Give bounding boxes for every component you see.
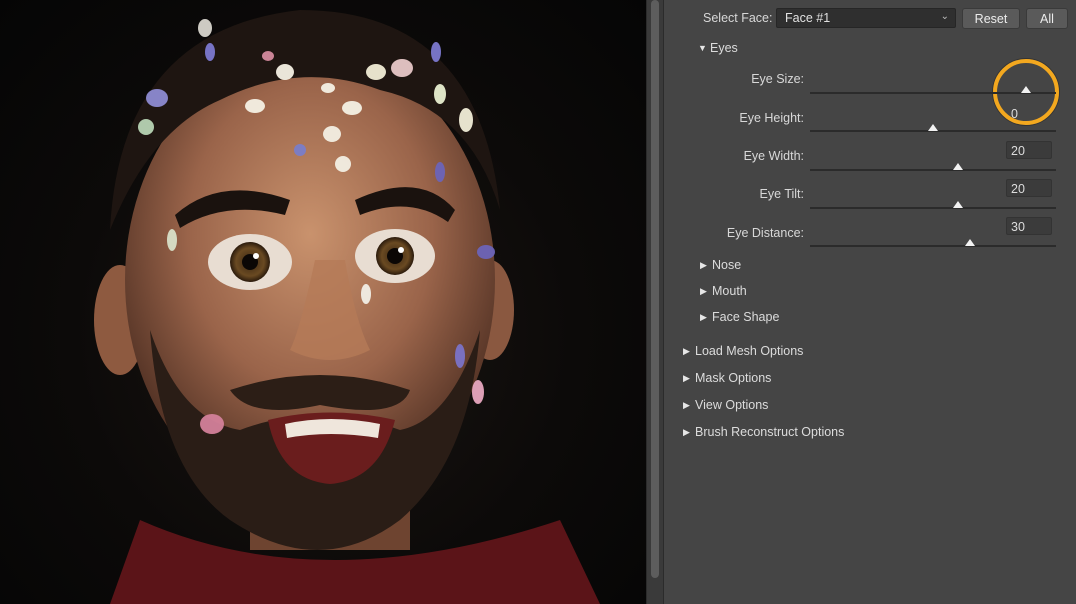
eye-height-label: Eye Height: — [739, 111, 804, 125]
eye-size-slider[interactable] — [810, 86, 1056, 94]
eye-distance-value-field[interactable]: 30 — [1006, 217, 1052, 235]
eye-distance-slider-thumb[interactable] — [964, 239, 975, 246]
eye-width-slider[interactable] — [810, 163, 1056, 171]
chevron-down-icon: ⌄ — [940, 11, 949, 22]
eye-size-value-field[interactable] — [1006, 66, 1052, 84]
brush-reconstruct-options-heading: Brush Reconstruct Options — [695, 425, 845, 439]
reset-button[interactable]: Reset — [962, 8, 1020, 29]
disclosure-open-icon: ▼ — [698, 43, 707, 53]
eye-size-slider-thumb[interactable] — [1021, 86, 1032, 93]
mouth-section-heading: Mouth — [712, 284, 747, 298]
select-face-label: Select Face: — [703, 11, 773, 25]
eye-height-slider[interactable] — [810, 124, 1056, 132]
portrait-photo — [94, 10, 600, 604]
disclosure-closed-icon: ▶ — [700, 312, 707, 322]
nose-section-heading: Nose — [712, 258, 742, 272]
load-mesh-options-toggle[interactable]: ▶ Load Mesh Options — [683, 344, 803, 358]
select-face-dropdown[interactable]: Face #1 ⌄ — [776, 8, 956, 28]
eye-tilt-label: Eye Tilt: — [759, 187, 804, 201]
disclosure-closed-icon: ▶ — [700, 260, 707, 270]
face-shape-section-heading: Face Shape — [712, 310, 780, 324]
load-mesh-options-heading: Load Mesh Options — [695, 344, 804, 358]
vertical-scrollbar[interactable] — [646, 0, 664, 604]
eye-width-value-field[interactable]: 20 — [1006, 141, 1052, 159]
eye-distance-label: Eye Distance: — [726, 226, 804, 240]
disclosure-closed-icon: ▶ — [683, 373, 690, 383]
face-shape-section-toggle[interactable]: ▶ Face Shape — [700, 310, 779, 324]
eye-width-label: Eye Width: — [743, 149, 804, 163]
eye-tilt-slider-thumb[interactable] — [952, 201, 963, 208]
eye-width-slider-thumb[interactable] — [952, 163, 963, 170]
disclosure-closed-icon: ▶ — [683, 427, 690, 437]
eye-size-label: Eye Size: — [751, 72, 804, 86]
all-button[interactable]: All — [1026, 8, 1068, 29]
eyes-section-heading: Eyes — [710, 41, 738, 55]
view-options-toggle[interactable]: ▶ View Options — [683, 398, 768, 412]
view-options-heading: View Options — [695, 398, 769, 412]
disclosure-closed-icon: ▶ — [683, 400, 690, 410]
eye-height-value-field[interactable]: 0 — [1006, 104, 1052, 122]
disclosure-closed-icon: ▶ — [683, 346, 690, 356]
nose-section-toggle[interactable]: ▶ Nose — [700, 258, 741, 272]
mask-options-heading: Mask Options — [695, 371, 772, 385]
eyes-section-toggle[interactable]: ▼ Eyes — [698, 41, 738, 55]
select-face-value: Face #1 — [785, 11, 831, 25]
eye-height-slider-thumb[interactable] — [928, 124, 938, 131]
mouth-section-toggle[interactable]: ▶ Mouth — [700, 284, 747, 298]
brush-reconstruct-options-toggle[interactable]: ▶ Brush Reconstruct Options — [683, 425, 844, 439]
eye-tilt-value-field[interactable]: 20 — [1006, 179, 1052, 197]
eye-tilt-slider[interactable] — [810, 201, 1056, 209]
disclosure-closed-icon: ▶ — [700, 286, 707, 296]
image-canvas[interactable] — [0, 0, 646, 604]
scrollbar-thumb[interactable] — [651, 0, 659, 578]
eye-distance-slider[interactable] — [810, 239, 1056, 247]
mask-options-toggle[interactable]: ▶ Mask Options — [683, 371, 771, 385]
face-aware-liquify-panel: Select Face: Face #1 ⌄ Reset All ▼ Eyes ▶… — [664, 0, 1076, 604]
